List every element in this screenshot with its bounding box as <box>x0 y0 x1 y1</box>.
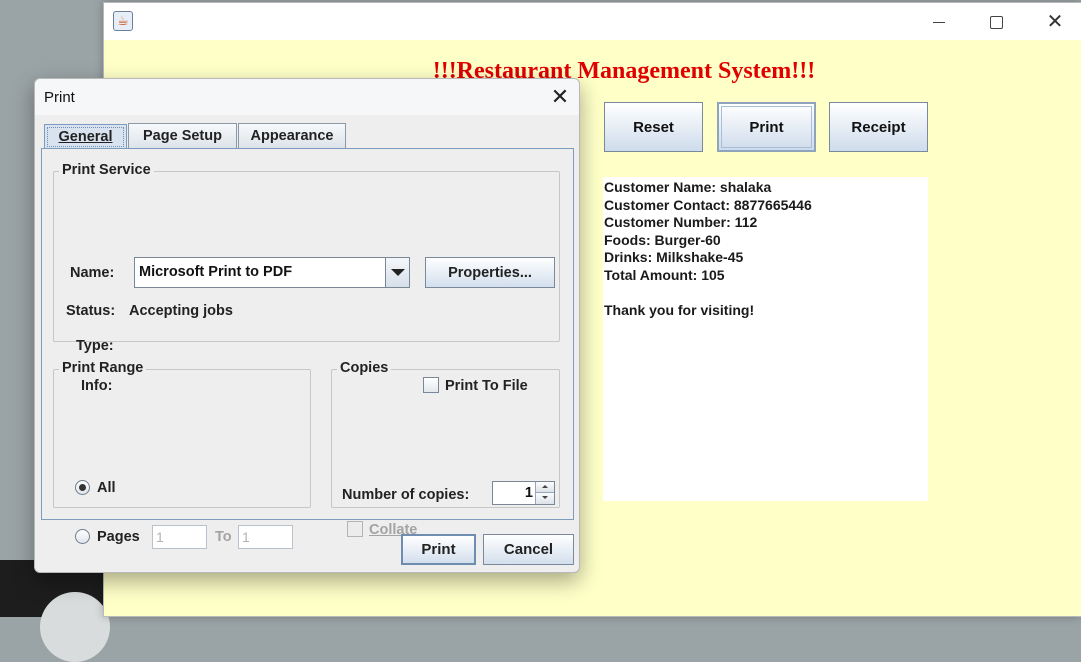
reset-button[interactable]: Reset <box>604 102 703 152</box>
pages-from-field[interactable]: 1 <box>152 525 207 549</box>
type-label: Type: <box>76 338 114 354</box>
receipt-line: Customer Name: shalaka <box>604 179 772 195</box>
print-button[interactable]: Print <box>717 102 816 152</box>
all-radio[interactable] <box>75 480 90 495</box>
number-of-copies-label: Number of copies: <box>342 487 470 503</box>
dialog-print-button[interactable]: Print <box>401 534 476 565</box>
tab-general[interactable]: General <box>44 124 127 149</box>
java-app-icon[interactable]: ☕ <box>113 11 133 31</box>
print-dialog: Print ✕ General Page Setup Appearance Pr… <box>34 78 580 573</box>
general-tab-panel: Print Service Name: Microsoft Print to P… <box>41 148 574 549</box>
properties-button[interactable]: Properties... <box>425 257 555 288</box>
receipt-line: Total Amount: 105 <box>604 266 725 283</box>
dialog-title: Print <box>44 89 75 106</box>
print-range-label: Print Range <box>59 360 147 376</box>
to-label: To <box>215 529 232 545</box>
tab-appearance[interactable]: Appearance <box>238 123 346 148</box>
status-value: Accepting jobs <box>129 303 233 319</box>
tab-page-setup[interactable]: Page Setup <box>128 123 237 148</box>
maximize-icon[interactable] <box>973 8 1019 36</box>
receipt-button[interactable]: Receipt <box>829 102 928 152</box>
receipt-line: Foods: Burger-60 <box>604 231 721 248</box>
close-icon[interactable]: ✕ <box>1032 8 1078 36</box>
dialog-cancel-button[interactable]: Cancel <box>483 534 574 565</box>
receipt-line: Drinks: Milkshake-45 <box>604 249 744 265</box>
close-icon[interactable]: ✕ <box>545 83 575 111</box>
copies-label: Copies <box>337 360 392 376</box>
receipt-line <box>604 284 927 302</box>
chevron-down-icon[interactable] <box>385 258 409 287</box>
chevron-down-icon[interactable] <box>535 493 554 504</box>
focus-ring <box>721 106 812 148</box>
desktop-decoration <box>40 592 110 662</box>
printer-select[interactable]: Microsoft Print to PDF <box>134 257 410 288</box>
copies-stepper[interactable]: 1 <box>492 481 555 505</box>
minimize-icon[interactable] <box>916 8 962 36</box>
print-service-label: Print Service <box>59 162 154 178</box>
receipt-line: Thank you for visiting! <box>604 301 755 318</box>
receipt-textarea[interactable]: Customer Name: shalaka Customer Contact:… <box>603 177 928 501</box>
name-label: Name: <box>70 265 115 281</box>
receipt-line: Customer Number: 112 <box>604 214 758 230</box>
pages-label[interactable]: Pages <box>97 529 140 545</box>
chevron-up-icon[interactable] <box>535 482 554 493</box>
all-label[interactable]: All <box>97 480 116 496</box>
collate-checkbox[interactable] <box>347 521 363 537</box>
copies-value: 1 <box>524 485 533 501</box>
pages-to-field[interactable]: 1 <box>238 525 293 549</box>
main-titlebar: ☕ ✕ <box>104 3 1081 40</box>
status-label: Status: <box>66 303 116 319</box>
printer-select-value: Microsoft Print to PDF <box>139 264 293 280</box>
focus-ring <box>47 127 124 147</box>
pages-radio[interactable] <box>75 529 90 544</box>
receipt-line: Customer Contact: 8877665446 <box>604 196 812 213</box>
print-range-group: Print Range <box>53 360 311 508</box>
dialog-titlebar: Print ✕ <box>35 79 579 115</box>
